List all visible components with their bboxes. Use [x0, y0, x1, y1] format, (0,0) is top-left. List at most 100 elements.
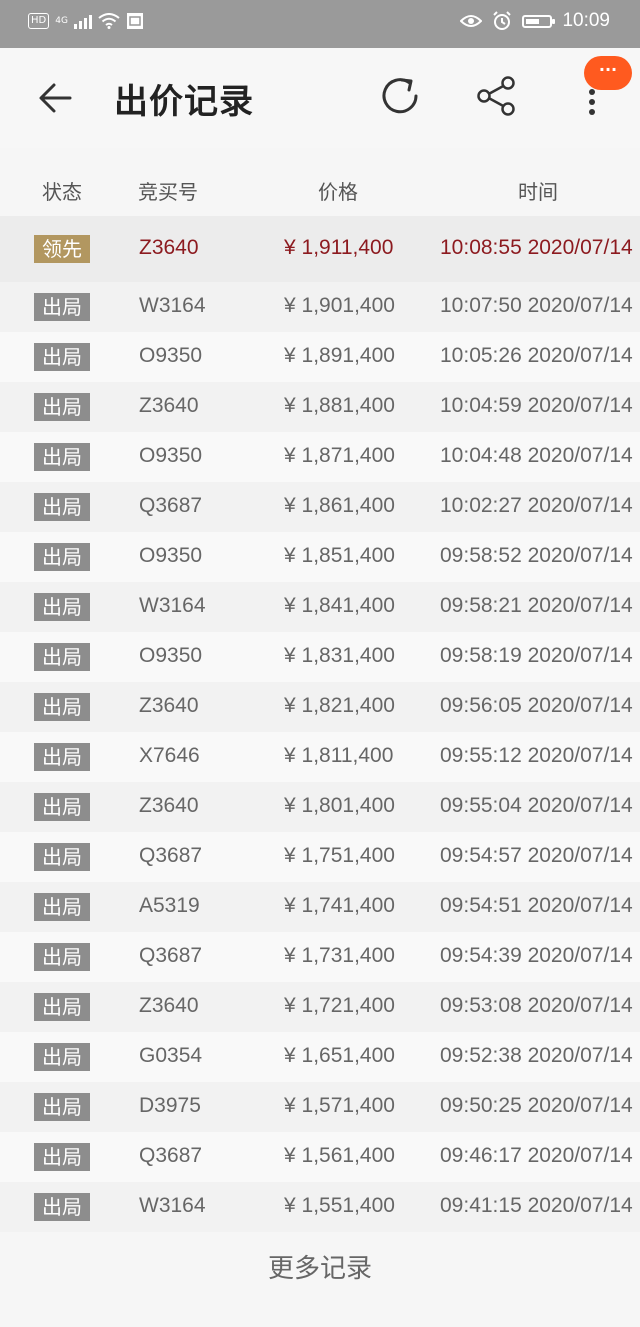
bidder-code: W3164 — [139, 294, 206, 317]
bid-time: 09:58:19 2020/07/14 — [440, 644, 633, 667]
header-code: 竞买号 — [138, 180, 198, 204]
status-badge: 出局 — [34, 943, 90, 971]
bid-price: ¥ 1,571,400 — [284, 1094, 395, 1117]
status-badge: 出局 — [34, 493, 90, 521]
refresh-icon[interactable] — [378, 74, 422, 118]
status-left: HD 4G — [28, 12, 144, 30]
table-row: 出局 W3164 ¥ 1,841,400 09:58:21 2020/07/14 — [0, 582, 640, 632]
bidder-code: O9350 — [139, 544, 203, 567]
bid-time: 10:02:27 2020/07/14 — [440, 494, 633, 517]
status-right: 10:09 — [460, 10, 610, 32]
header-status: 状态 — [42, 180, 82, 204]
table-row: 出局 W3164 ¥ 1,551,400 09:41:15 2020/07/14 — [0, 1182, 640, 1232]
table-row: 出局 O9350 ¥ 1,871,400 10:04:48 2020/07/14 — [0, 432, 640, 482]
bid-time: 10:07:50 2020/07/14 — [440, 294, 633, 317]
table-row: 出局 Z3640 ¥ 1,801,400 09:55:04 2020/07/14 — [0, 782, 640, 832]
table-row: 出局 Q3687 ¥ 1,561,400 09:46:17 2020/07/14 — [0, 1132, 640, 1182]
bid-time: 10:04:48 2020/07/14 — [440, 444, 633, 467]
status-bar: HD 4G 10:09 — [0, 0, 640, 48]
bidder-code: Z3640 — [139, 694, 199, 717]
bidder-code: Q3687 — [139, 844, 203, 867]
bid-time: 09:56:05 2020/07/14 — [440, 694, 633, 717]
bid-price: ¥ 1,821,400 — [284, 694, 395, 717]
back-arrow-icon[interactable] — [36, 78, 76, 118]
status-badge: 出局 — [34, 393, 90, 421]
bidder-code: G0354 — [139, 1044, 203, 1067]
table-row: 出局 Z3640 ¥ 1,721,400 09:53:08 2020/07/14 — [0, 982, 640, 1032]
bidder-code: O9350 — [139, 444, 203, 467]
bidder-code: X7646 — [139, 744, 200, 767]
bid-price: ¥ 1,551,400 — [284, 1194, 395, 1217]
bid-price: ¥ 1,841,400 — [284, 594, 395, 617]
alarm-icon — [493, 11, 512, 30]
status-badge: 出局 — [34, 443, 90, 471]
app-bar: 出价记录 ··· — [0, 48, 640, 148]
bid-price: ¥ 1,561,400 — [284, 1144, 395, 1167]
bidder-code: Z3640 — [139, 236, 199, 259]
table-row: 出局 G0354 ¥ 1,651,400 09:52:38 2020/07/14 — [0, 1032, 640, 1082]
bid-time: 10:04:59 2020/07/14 — [440, 394, 633, 417]
bid-price: ¥ 1,731,400 — [284, 944, 395, 967]
bid-price: ¥ 1,831,400 — [284, 644, 395, 667]
more-records-button[interactable]: 更多记录 — [0, 1248, 640, 1285]
bidder-code: D3975 — [139, 1094, 201, 1117]
bidder-code: O9350 — [139, 344, 203, 367]
table-header: 状态 竞买号 价格 时间 — [0, 160, 640, 216]
status-badge: 出局 — [34, 293, 90, 321]
table-row: 出局 Q3687 ¥ 1,731,400 09:54:39 2020/07/14 — [0, 932, 640, 982]
bid-time: 09:41:15 2020/07/14 — [440, 1194, 633, 1217]
bidder-code: Q3687 — [139, 494, 203, 517]
header-price: 价格 — [318, 180, 358, 204]
status-badge: 出局 — [34, 1043, 90, 1071]
bidder-code: W3164 — [139, 594, 206, 617]
bid-price: ¥ 1,871,400 — [284, 444, 395, 467]
status-badge: 出局 — [34, 893, 90, 921]
table-row: 领先 Z3640 ¥ 1,911,400 10:08:55 2020/07/14 — [0, 216, 640, 282]
status-badge: 出局 — [34, 543, 90, 571]
bidder-code: O9350 — [139, 644, 203, 667]
bidder-code: Z3640 — [139, 994, 199, 1017]
bid-list: 领先 Z3640 ¥ 1,911,400 10:08:55 2020/07/14… — [0, 216, 640, 1232]
status-badge: 出局 — [34, 743, 90, 771]
table-row: 出局 O9350 ¥ 1,831,400 09:58:19 2020/07/14 — [0, 632, 640, 682]
table-row: 出局 Z3640 ¥ 1,881,400 10:04:59 2020/07/14 — [0, 382, 640, 432]
table-row: 出局 W3164 ¥ 1,901,400 10:07:50 2020/07/14 — [0, 282, 640, 332]
network-type: 4G — [55, 16, 68, 26]
bid-time: 09:53:08 2020/07/14 — [440, 994, 633, 1017]
bidder-code: Q3687 — [139, 1144, 203, 1167]
bid-time: 09:46:17 2020/07/14 — [440, 1144, 633, 1167]
bidder-code: A5319 — [139, 894, 200, 917]
bid-time: 09:50:25 2020/07/14 — [440, 1094, 633, 1117]
bid-price: ¥ 1,911,400 — [284, 236, 394, 259]
share-icon[interactable] — [474, 74, 518, 118]
bid-price: ¥ 1,721,400 — [284, 994, 395, 1017]
bid-price: ¥ 1,861,400 — [284, 494, 395, 517]
floating-menu-button[interactable]: ··· — [584, 56, 632, 90]
table-row: 出局 X7646 ¥ 1,811,400 09:55:12 2020/07/14 — [0, 732, 640, 782]
bid-time: 09:54:51 2020/07/14 — [440, 894, 633, 917]
status-badge: 出局 — [34, 343, 90, 371]
status-badge: 出局 — [34, 793, 90, 821]
bidder-code: Q3687 — [139, 944, 203, 967]
bid-price: ¥ 1,801,400 — [284, 794, 395, 817]
bid-time: 09:58:52 2020/07/14 — [440, 544, 633, 567]
table-row: 出局 O9350 ¥ 1,851,400 09:58:52 2020/07/14 — [0, 532, 640, 582]
status-badge: 出局 — [34, 1193, 90, 1221]
hd-indicator: HD — [28, 13, 50, 29]
bid-time: 10:08:55 2020/07/14 — [440, 236, 633, 259]
bid-price: ¥ 1,751,400 — [284, 844, 395, 867]
bid-price: ¥ 1,901,400 — [284, 294, 395, 317]
status-badge: 出局 — [34, 1143, 90, 1171]
wifi-icon — [98, 13, 120, 29]
table-row: 出局 Q3687 ¥ 1,861,400 10:02:27 2020/07/14 — [0, 482, 640, 532]
table-row: 出局 D3975 ¥ 1,571,400 09:50:25 2020/07/14 — [0, 1082, 640, 1132]
table-row: 出局 O9350 ¥ 1,891,400 10:05:26 2020/07/14 — [0, 332, 640, 382]
eye-comfort-icon — [460, 15, 483, 27]
table-row: 出局 Z3640 ¥ 1,821,400 09:56:05 2020/07/14 — [0, 682, 640, 732]
status-badge: 出局 — [34, 1093, 90, 1121]
bid-time: 09:54:57 2020/07/14 — [440, 844, 633, 867]
battery-icon — [522, 14, 556, 28]
bid-time: 09:54:39 2020/07/14 — [440, 944, 633, 967]
header-time: 时间 — [518, 180, 558, 204]
bid-price: ¥ 1,651,400 — [284, 1044, 395, 1067]
